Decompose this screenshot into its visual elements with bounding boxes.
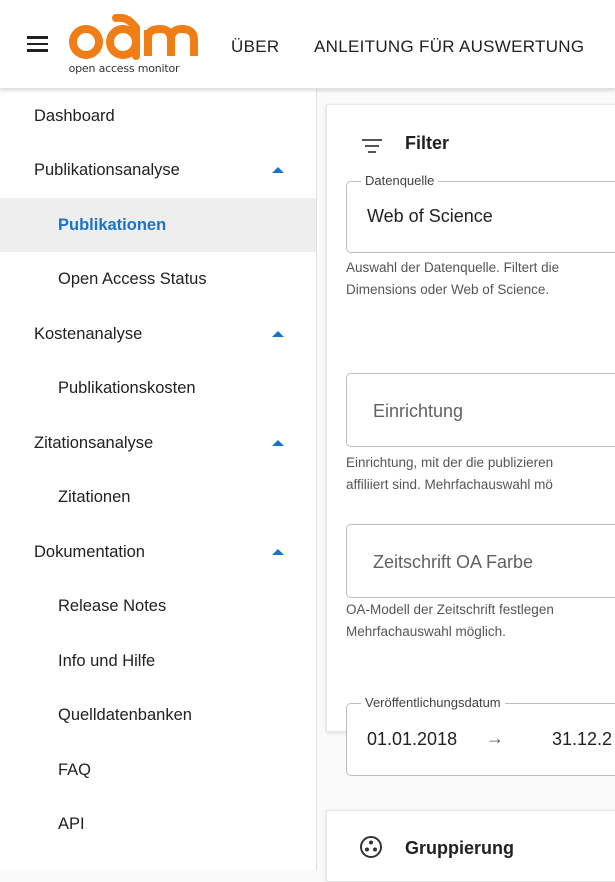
einrichtung-help: Einrichtung, mit der die publizieren aff… — [346, 452, 615, 496]
einrichtung-placeholder: Einrichtung — [373, 401, 464, 421]
help-line: Dimensions oder Web of Science. — [346, 282, 550, 297]
chevron-up-icon — [272, 549, 284, 555]
nav-ueber[interactable]: ÜBER — [231, 37, 279, 57]
help-line: Einrichtung, mit der die publizieren — [346, 455, 554, 470]
sidebar-item-info-und-hilfe[interactable]: Info und Hilfe — [0, 634, 316, 688]
sidebar-group-zitationsanalyse[interactable]: Zitationsanalyse — [0, 416, 316, 470]
sidebar-item-api[interactable]: API — [0, 797, 316, 851]
logo-subtitle: open access monitor — [68, 62, 180, 75]
zeitschrift-placeholder: Zeitschrift OA Farbe — [373, 552, 534, 572]
sidebar-group-publikationsanalyse[interactable]: Publikationsanalyse — [0, 143, 316, 197]
zeitschrift-oa-farbe-select[interactable]: Zeitschrift OA Farbe — [346, 524, 615, 598]
oam-logo[interactable]: open access monitor — [68, 13, 208, 80]
sidebar-item-quelldatenbanken[interactable]: Quelldatenbanken — [0, 688, 316, 742]
sidebar-item-publikationskosten[interactable]: Publikationskosten — [0, 361, 316, 415]
help-line: Auswahl der Datenquelle. Filtert die — [346, 260, 560, 275]
datenquelle-label: Datenquelle — [361, 173, 439, 188]
sidebar-group-dokumentation[interactable]: Dokumentation — [0, 525, 316, 579]
datenquelle-help: Auswahl der Datenquelle. Filtert die Dim… — [346, 257, 615, 301]
help-line: OA-Modell der Zeitschrift festlegen — [346, 602, 554, 617]
chevron-up-icon — [272, 440, 284, 446]
sidebar-item-open-access-status[interactable]: Open Access Status — [0, 252, 316, 306]
sidebar-group-label: Publikationsanalyse — [34, 161, 180, 179]
app-header: open access monitor ÜBER ANLEITUNG FÜR A… — [0, 0, 615, 89]
sidebar-group-label: Dokumentation — [34, 543, 145, 561]
einrichtung-select[interactable]: Einrichtung — [346, 373, 615, 447]
zeitschrift-help: OA-Modell der Zeitschrift festlegen Mehr… — [346, 599, 615, 643]
help-line: Mehrfachauswahl möglich. — [346, 624, 506, 639]
menu-icon[interactable] — [27, 36, 48, 52]
arrow-right-icon: → — [486, 728, 504, 748]
sidebar-item-release-notes[interactable]: Release Notes — [0, 579, 316, 633]
group-work-icon — [360, 836, 382, 858]
chevron-up-icon — [272, 331, 284, 337]
sidebar-item-dashboard[interactable]: Dashboard — [0, 89, 316, 143]
datum-to[interactable]: 31.12.2 — [552, 729, 612, 750]
datum-from[interactable]: 01.01.2018 — [367, 729, 457, 750]
sidebar-item-publikationen[interactable]: Publikationen — [0, 198, 316, 252]
sidebar-group-label: Zitationsanalyse — [34, 434, 154, 452]
oam-logo-mark — [69, 13, 198, 60]
filter-icon — [362, 139, 382, 153]
filter-title: Filter — [405, 133, 450, 153]
help-line: affiliiert sind. Mehrfachauswahl mö — [346, 477, 553, 492]
veroeffentlichungsdatum-range[interactable]: Veröffentlichungsdatum 01.01.2018 → 31.1… — [346, 695, 615, 776]
sidebar-group-label: Kostenanalyse — [34, 325, 143, 343]
datum-label: Veröffentlichungsdatum — [361, 695, 505, 710]
gruppierung-title: Gruppierung — [405, 838, 514, 858]
chevron-up-icon — [272, 167, 284, 173]
sidebar-group-kostenanalyse[interactable]: Kostenanalyse — [0, 307, 316, 361]
sidebar: Dashboard Publikationsanalyse Publikatio… — [0, 89, 317, 870]
sidebar-item-faq[interactable]: FAQ — [0, 743, 316, 797]
datenquelle-value: Web of Science — [367, 206, 493, 226]
datenquelle-select[interactable]: Datenquelle Web of Science — [346, 173, 615, 253]
sidebar-item-zitationen[interactable]: Zitationen — [0, 470, 316, 524]
nav-anleitung[interactable]: ANLEITUNG FÜR AUSWERTUNG — [314, 37, 584, 57]
